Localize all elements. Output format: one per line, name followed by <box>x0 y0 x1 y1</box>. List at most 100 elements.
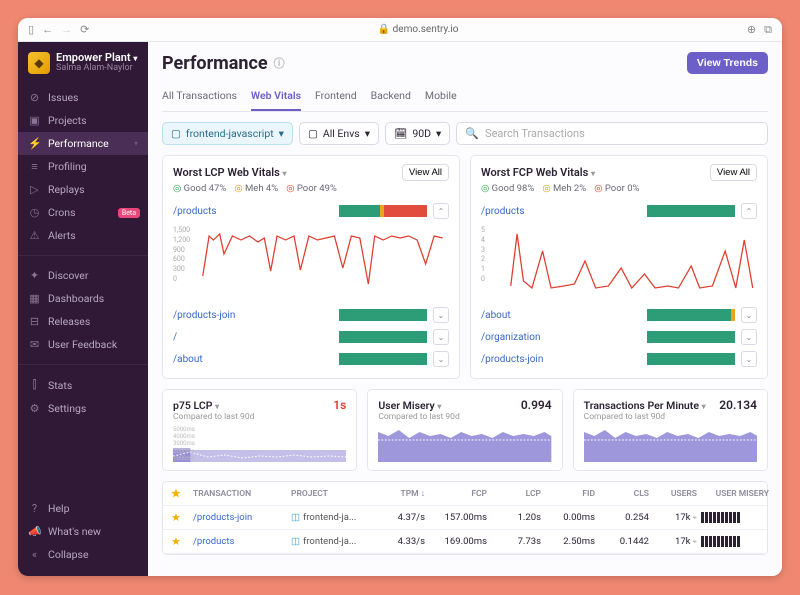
view-all-button[interactable]: View All <box>402 164 449 181</box>
period-filter[interactable]: 🗓 90D ▾ <box>385 122 450 145</box>
sidebar-item-replays[interactable]: ▷Replays <box>18 178 148 201</box>
beta-badge: Beta <box>118 208 140 218</box>
fid-value: 0.00ms <box>545 512 595 523</box>
meh-stat: Meh 4% <box>234 183 278 194</box>
card-title: Worst FCP Web Vitals ▾ <box>481 166 595 179</box>
transaction-link[interactable]: /products-join <box>193 512 287 523</box>
tab-frontend[interactable]: Frontend <box>315 84 357 111</box>
transaction-link[interactable]: /products <box>193 536 287 547</box>
view-all-button[interactable]: View All <box>710 164 757 181</box>
collapse-icon: « <box>28 548 41 561</box>
expand-button[interactable]: ⌄ <box>433 351 449 367</box>
sidebar-item-crons[interactable]: ◷CronsBeta <box>18 201 148 224</box>
sidebar-item-help[interactable]: ? Help <box>18 497 148 520</box>
project-chip[interactable]: frontend-ja... <box>291 536 373 547</box>
sidebar-item-alerts[interactable]: ⚠Alerts <box>18 224 148 247</box>
info-icon[interactable]: ⓘ <box>274 55 285 71</box>
metric-chart <box>378 426 551 462</box>
app-window: ▯ ← → ⟳ 🔒 demo.sentry.io ⊕ ⧉ ◆ Empower P… <box>18 18 782 576</box>
expand-button[interactable]: ⌄ <box>433 329 449 345</box>
forward-icon[interactable]: → <box>61 23 72 36</box>
metric-chart: 5000ms4000ms3000ms2000ms1000ms <box>173 426 346 462</box>
metric-value: 0.994 <box>521 398 552 412</box>
tab-backend[interactable]: Backend <box>371 84 411 111</box>
tab-web-vitals[interactable]: Web Vitals <box>251 84 301 111</box>
alerts-icon: ⚠ <box>28 229 41 242</box>
back-icon[interactable]: ← <box>42 23 53 36</box>
sidebar-item-label: Help <box>48 502 70 515</box>
transaction-link[interactable]: /about <box>481 310 641 321</box>
sidebar-item-collapse[interactable]: « Collapse <box>18 543 148 566</box>
collapse-button[interactable]: ⌃ <box>741 203 757 219</box>
sidebar-item-settings[interactable]: ⚙Settings <box>18 397 148 420</box>
tabs: All Transactions Web Vitals Frontend Backen… <box>162 84 768 112</box>
env-filter[interactable]: ▢ All Envs ▾ <box>299 122 379 145</box>
chevron-down-icon: ▾ <box>134 139 138 148</box>
transaction-link[interactable]: /organization <box>481 332 641 343</box>
sidebar-item-user-feedback[interactable]: ✉User Feedback <box>18 333 148 356</box>
sidebar-item-label: Issues <box>48 91 78 104</box>
chevron-down-icon[interactable]: ▾ <box>283 169 287 178</box>
project-filter[interactable]: ▢ frontend-javascript ▾ <box>162 122 293 145</box>
sidebar-item-discover[interactable]: ✦Discover <box>18 264 148 287</box>
help-icon: ? <box>28 502 41 515</box>
sidebar-item-label: Profiling <box>48 160 87 173</box>
sidebar-item-performance[interactable]: ⚡Performance▾ <box>18 132 148 155</box>
transaction-link[interactable]: / <box>173 332 333 343</box>
url-display: 🔒 demo.sentry.io <box>99 24 737 35</box>
expand-button[interactable]: ⌄ <box>433 307 449 323</box>
project-chip[interactable]: frontend-ja... <box>291 512 373 523</box>
expand-button[interactable]: ⌄ <box>741 307 757 323</box>
transaction-link[interactable]: /products <box>481 206 641 217</box>
metric-chart <box>584 426 757 462</box>
reload-icon[interactable]: ⟳ <box>80 23 89 36</box>
transaction-link[interactable]: /products-join <box>173 310 333 321</box>
transaction-link[interactable]: /products <box>173 206 333 217</box>
sidebar-item-label: Replays <box>48 183 85 196</box>
performance-icon: ⚡ <box>28 137 41 150</box>
lcp-chart: 1,5001,2009006003000 <box>173 226 449 298</box>
chevron-down-icon[interactable]: ▾ <box>215 402 219 411</box>
good-stat: Good 47% <box>173 183 226 194</box>
sidebar-item-label: Crons <box>48 206 76 219</box>
fid-value: 2.50ms <box>545 536 595 547</box>
sidebar-item-dashboards[interactable]: ▦Dashboards <box>18 287 148 310</box>
chevron-down-icon[interactable]: ▾ <box>591 169 595 178</box>
sidebar-item-projects[interactable]: ▣Projects <box>18 109 148 132</box>
expand-button[interactable]: ⌄ <box>741 329 757 345</box>
tab-all-transactions[interactable]: All Transactions <box>162 84 237 111</box>
sidebar-toggle-icon[interactable]: ▯ <box>28 23 34 36</box>
sidebar-item-releases[interactable]: ⊟Releases <box>18 310 148 333</box>
user-misery-bars <box>701 536 769 547</box>
browser-titlebar: ▯ ← → ⟳ 🔒 demo.sentry.io ⊕ ⧉ <box>18 18 782 42</box>
org-switcher[interactable]: ◆ Empower Plant ▾ Salma Alam-Naylor <box>18 42 148 82</box>
search-input[interactable]: 🔍 Search Transactions <box>456 122 768 145</box>
chevron-down-icon[interactable]: ▾ <box>437 402 441 411</box>
tab-mobile[interactable]: Mobile <box>425 84 457 111</box>
fcp-value: 169.00ms <box>429 536 487 547</box>
sidebar-item-issues[interactable]: ⊘Issues <box>18 86 148 109</box>
metric-subtitle: Compared to last 90d <box>584 412 757 422</box>
transaction-link[interactable]: /products-join <box>481 354 641 365</box>
collapse-button[interactable]: ⌃ <box>433 203 449 219</box>
star-button[interactable]: ★ <box>171 535 189 548</box>
expand-button[interactable]: ⌄ <box>741 351 757 367</box>
sidebar-item-label: Collapse <box>48 548 89 561</box>
chevron-down-icon: ▾ <box>436 127 441 140</box>
metric-title: Transactions Per Minute ▾ <box>584 399 706 412</box>
tabs-icon[interactable]: ⧉ <box>764 23 772 37</box>
metric-title: p75 LCP ▾ <box>173 399 219 412</box>
table-row: ★ /products-join frontend-ja... 4.37/s 1… <box>163 506 767 530</box>
vitals-bar <box>339 205 427 217</box>
page-title: Performance ⓘ <box>162 53 285 74</box>
chevron-down-icon[interactable]: ▾ <box>702 402 706 411</box>
star-button[interactable]: ★ <box>171 511 189 524</box>
sidebar-item-profiling[interactable]: ≡Profiling <box>18 155 148 178</box>
star-column-header[interactable]: ★ <box>171 487 189 500</box>
share-icon[interactable]: ⊕ <box>747 23 756 36</box>
transaction-link[interactable]: /about <box>173 354 333 365</box>
sidebar-item-what's-new[interactable]: 📣What's new <box>18 520 148 543</box>
sort-desc-icon[interactable]: ↓ <box>421 489 425 499</box>
sidebar-item-stats[interactable]: ⫿Stats <box>18 373 148 397</box>
view-trends-button[interactable]: View Trends <box>687 52 768 74</box>
